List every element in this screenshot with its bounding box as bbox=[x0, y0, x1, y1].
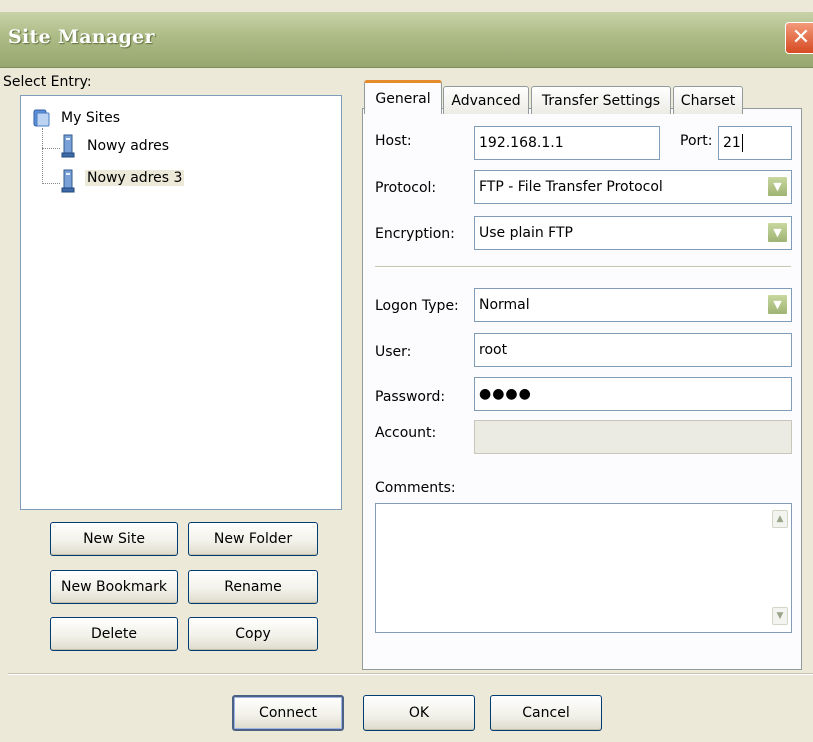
close-button[interactable]: ✕ bbox=[785, 22, 813, 54]
password-label: Password: bbox=[375, 389, 446, 405]
account-input bbox=[474, 420, 792, 454]
host-label: Host: bbox=[375, 133, 412, 149]
encryption-select[interactable]: Use plain FTP bbox=[474, 216, 792, 250]
text-cursor bbox=[741, 134, 743, 152]
port-value: 21 bbox=[723, 135, 741, 151]
new-site-button[interactable]: New Site bbox=[50, 522, 178, 556]
tab-transfer-settings[interactable]: Transfer Settings bbox=[531, 86, 671, 114]
scroll-down-icon[interactable]: ▼ bbox=[772, 607, 788, 625]
site-tree[interactable]: My Sites Nowy adres Nowy adres 3 bbox=[20, 95, 342, 510]
tree-item-my-sites[interactable]: My Sites bbox=[61, 110, 120, 126]
encryption-label: Encryption: bbox=[375, 226, 455, 242]
protocol-label: Protocol: bbox=[375, 180, 437, 196]
copy-button[interactable]: Copy bbox=[188, 617, 318, 651]
logon-type-select[interactable]: Normal bbox=[474, 288, 792, 322]
tree-item-nowy-adres-3[interactable]: Nowy adres 3 bbox=[85, 170, 185, 186]
encryption-value: Use plain FTP bbox=[479, 225, 573, 241]
footer-divider bbox=[8, 673, 813, 675]
logon-type-label: Logon Type: bbox=[375, 298, 459, 314]
protocol-select[interactable]: FTP - File Transfer Protocol bbox=[474, 170, 792, 204]
tab-advanced[interactable]: Advanced bbox=[443, 86, 529, 114]
port-label: Port: bbox=[680, 133, 713, 149]
protocol-value: FTP - File Transfer Protocol bbox=[479, 179, 663, 195]
host-input[interactable]: 192.168.1.1 bbox=[474, 126, 660, 160]
tree-item-nowy-adres[interactable]: Nowy adres bbox=[87, 138, 169, 154]
new-bookmark-button[interactable]: New Bookmark bbox=[50, 570, 178, 604]
tab-general[interactable]: General bbox=[364, 80, 442, 114]
logon-type-value: Normal bbox=[479, 297, 530, 313]
password-value: ●●●● bbox=[479, 386, 532, 402]
comments-label: Comments: bbox=[375, 480, 456, 496]
connect-button[interactable]: Connect bbox=[232, 695, 344, 731]
tab-charset[interactable]: Charset bbox=[673, 86, 743, 114]
new-folder-button[interactable]: New Folder bbox=[188, 522, 318, 556]
password-input[interactable]: ●●●● bbox=[474, 377, 792, 411]
comments-textarea[interactable] bbox=[375, 503, 792, 633]
port-input[interactable]: 21 bbox=[718, 126, 792, 160]
user-input[interactable]: root bbox=[474, 333, 792, 367]
tree-line bbox=[42, 183, 60, 184]
tree-line bbox=[42, 148, 60, 149]
user-label: User: bbox=[375, 344, 412, 360]
divider bbox=[375, 266, 791, 268]
host-value: 192.168.1.1 bbox=[479, 135, 564, 151]
chevron-down-icon[interactable]: ▼ bbox=[767, 294, 788, 315]
rename-button[interactable]: Rename bbox=[188, 570, 318, 604]
chevron-down-icon[interactable]: ▼ bbox=[767, 176, 788, 197]
server-icon bbox=[61, 169, 75, 197]
user-value: root bbox=[479, 342, 508, 358]
tree-line bbox=[42, 128, 43, 184]
delete-button[interactable]: Delete bbox=[50, 617, 178, 651]
chevron-down-icon[interactable]: ▼ bbox=[767, 222, 788, 243]
ok-button[interactable]: OK bbox=[363, 695, 475, 731]
cancel-button[interactable]: Cancel bbox=[490, 695, 602, 731]
server-icon bbox=[61, 134, 75, 162]
select-entry-label: Select Entry: bbox=[3, 74, 92, 90]
scroll-up-icon[interactable]: ▲ bbox=[772, 510, 788, 528]
window-title: Site Manager bbox=[8, 26, 155, 48]
account-label: Account: bbox=[375, 425, 437, 441]
